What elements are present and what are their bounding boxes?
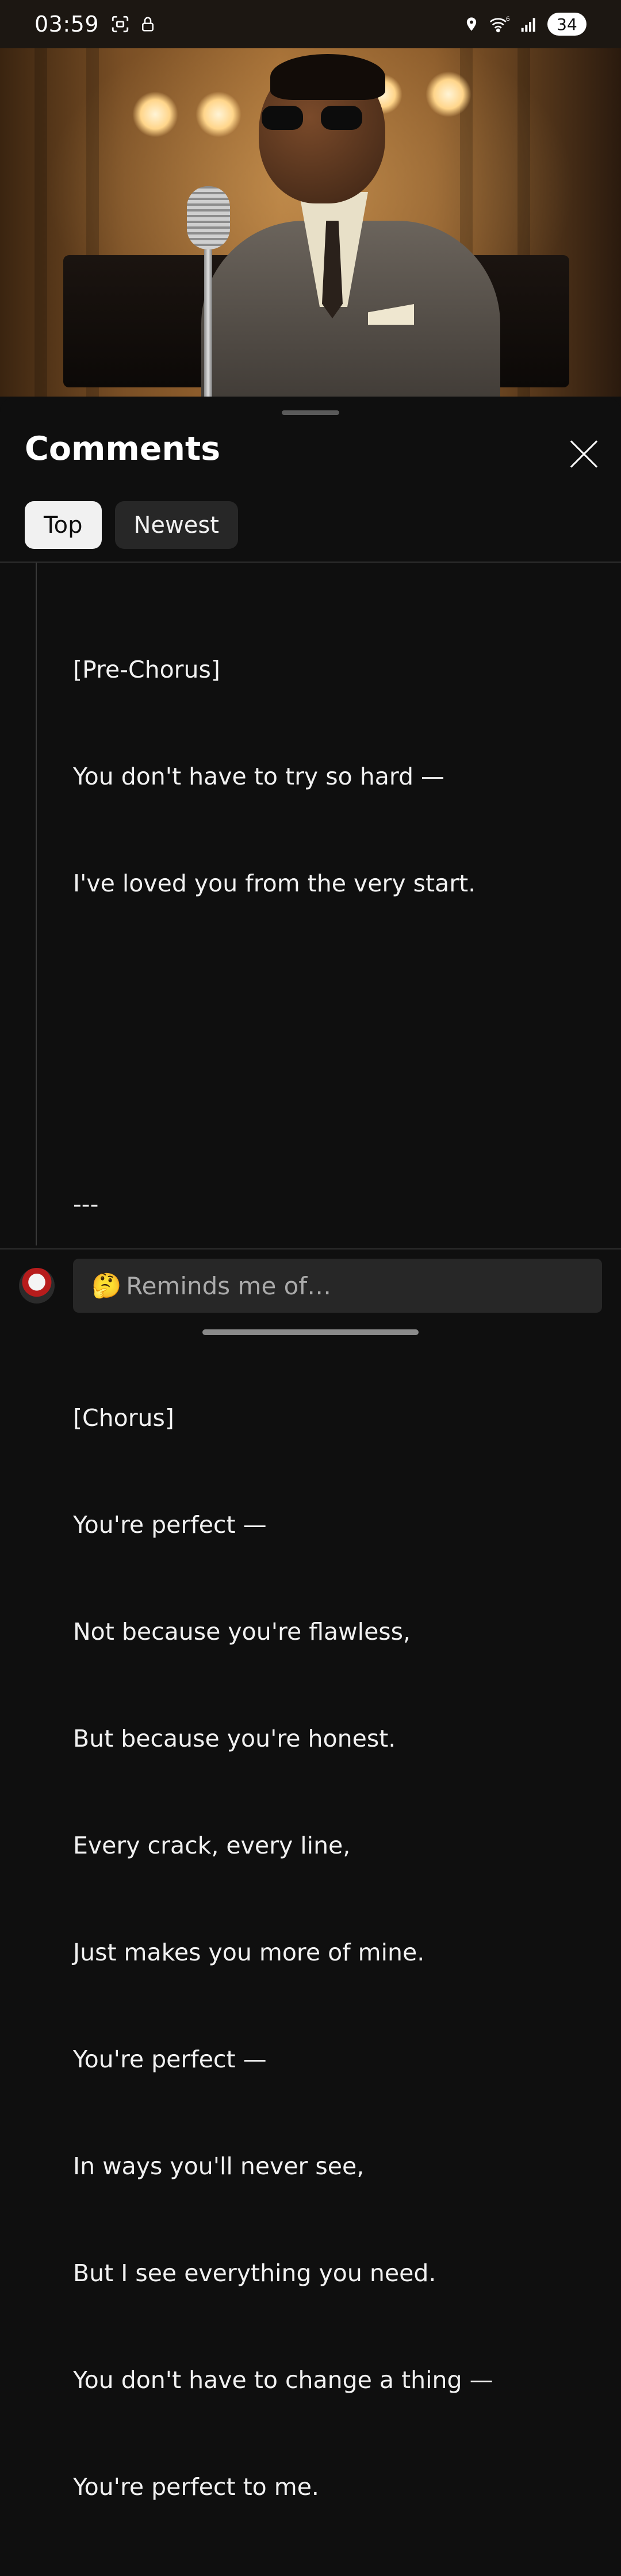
comment-line: ---	[73, 1190, 99, 1218]
comment-line: Not because you're flawless,	[73, 1618, 411, 1645]
comment-line: I've loved you from the very start.	[73, 870, 476, 897]
comment-line: But I see everything you need.	[73, 2259, 436, 2287]
location-icon	[466, 17, 477, 31]
comment-input-placeholder: Reminds me of…	[126, 1271, 332, 1300]
comment-line	[73, 972, 591, 1008]
comment-line: You don't have to change a thing —	[73, 2366, 493, 2394]
microphone-stand	[204, 249, 212, 397]
comment-line: Every crack, every line,	[73, 1832, 351, 1859]
reply-thread-line	[36, 563, 37, 1245]
sunglasses	[262, 106, 362, 130]
comment-line	[73, 1079, 591, 1115]
comment-line: You're perfect —	[73, 1511, 267, 1539]
status-left-icons	[110, 14, 156, 34]
microphone	[187, 186, 230, 249]
video-player[interactable]	[0, 48, 621, 397]
avatar[interactable]	[19, 1268, 55, 1304]
close-icon[interactable]	[569, 439, 599, 469]
wifi-6-icon: 6	[489, 16, 510, 33]
comment-line: [Chorus]	[73, 1404, 174, 1432]
filter-chip-top[interactable]: Top	[25, 501, 102, 549]
home-indicator[interactable]	[202, 1329, 419, 1335]
comment-line: You're perfect —	[73, 2046, 267, 2073]
drag-handle[interactable]	[282, 410, 339, 415]
status-right-icons: 6 34	[463, 13, 586, 36]
curtain-fold	[34, 48, 47, 397]
status-time: 03:59	[34, 11, 99, 37]
battery-indicator: 34	[547, 13, 586, 36]
comment-line: [Pre-Chorus]	[73, 656, 220, 683]
status-bar: 03:59 6 34	[0, 0, 621, 48]
singer-hair	[270, 54, 385, 100]
filter-chip-newest[interactable]: Newest	[114, 501, 238, 549]
stage-light	[132, 91, 178, 137]
comment-body: [Pre-Chorus] You don't have to try so ha…	[73, 580, 591, 2576]
signal-icon	[521, 18, 535, 32]
divider	[0, 562, 621, 563]
comments-sheet: Comments Top Newest [Pre-Chorus] You don…	[0, 398, 621, 2501]
comments-title: Comments	[25, 430, 221, 468]
thinking-emoji-icon: 🤔	[91, 1271, 122, 1299]
comment-input[interactable]: 🤔 Reminds me of…	[73, 1259, 602, 1313]
stage-light	[425, 71, 471, 117]
comment-line: You're perfect to me.	[73, 2473, 319, 2501]
comment-line: But because you're honest.	[73, 1725, 396, 1752]
stage-light	[195, 91, 241, 137]
screenshot-icon	[112, 16, 129, 33]
comment-line: In ways you'll never see,	[73, 2152, 365, 2180]
svg-text:6: 6	[506, 16, 510, 23]
lock-icon	[142, 17, 154, 32]
divider	[0, 1248, 621, 1249]
comment-line: Just makes you more of mine.	[73, 1939, 425, 1966]
comment-filter-chips: Top Newest	[25, 501, 238, 549]
comment-line: You don't have to try so hard —	[73, 763, 445, 790]
